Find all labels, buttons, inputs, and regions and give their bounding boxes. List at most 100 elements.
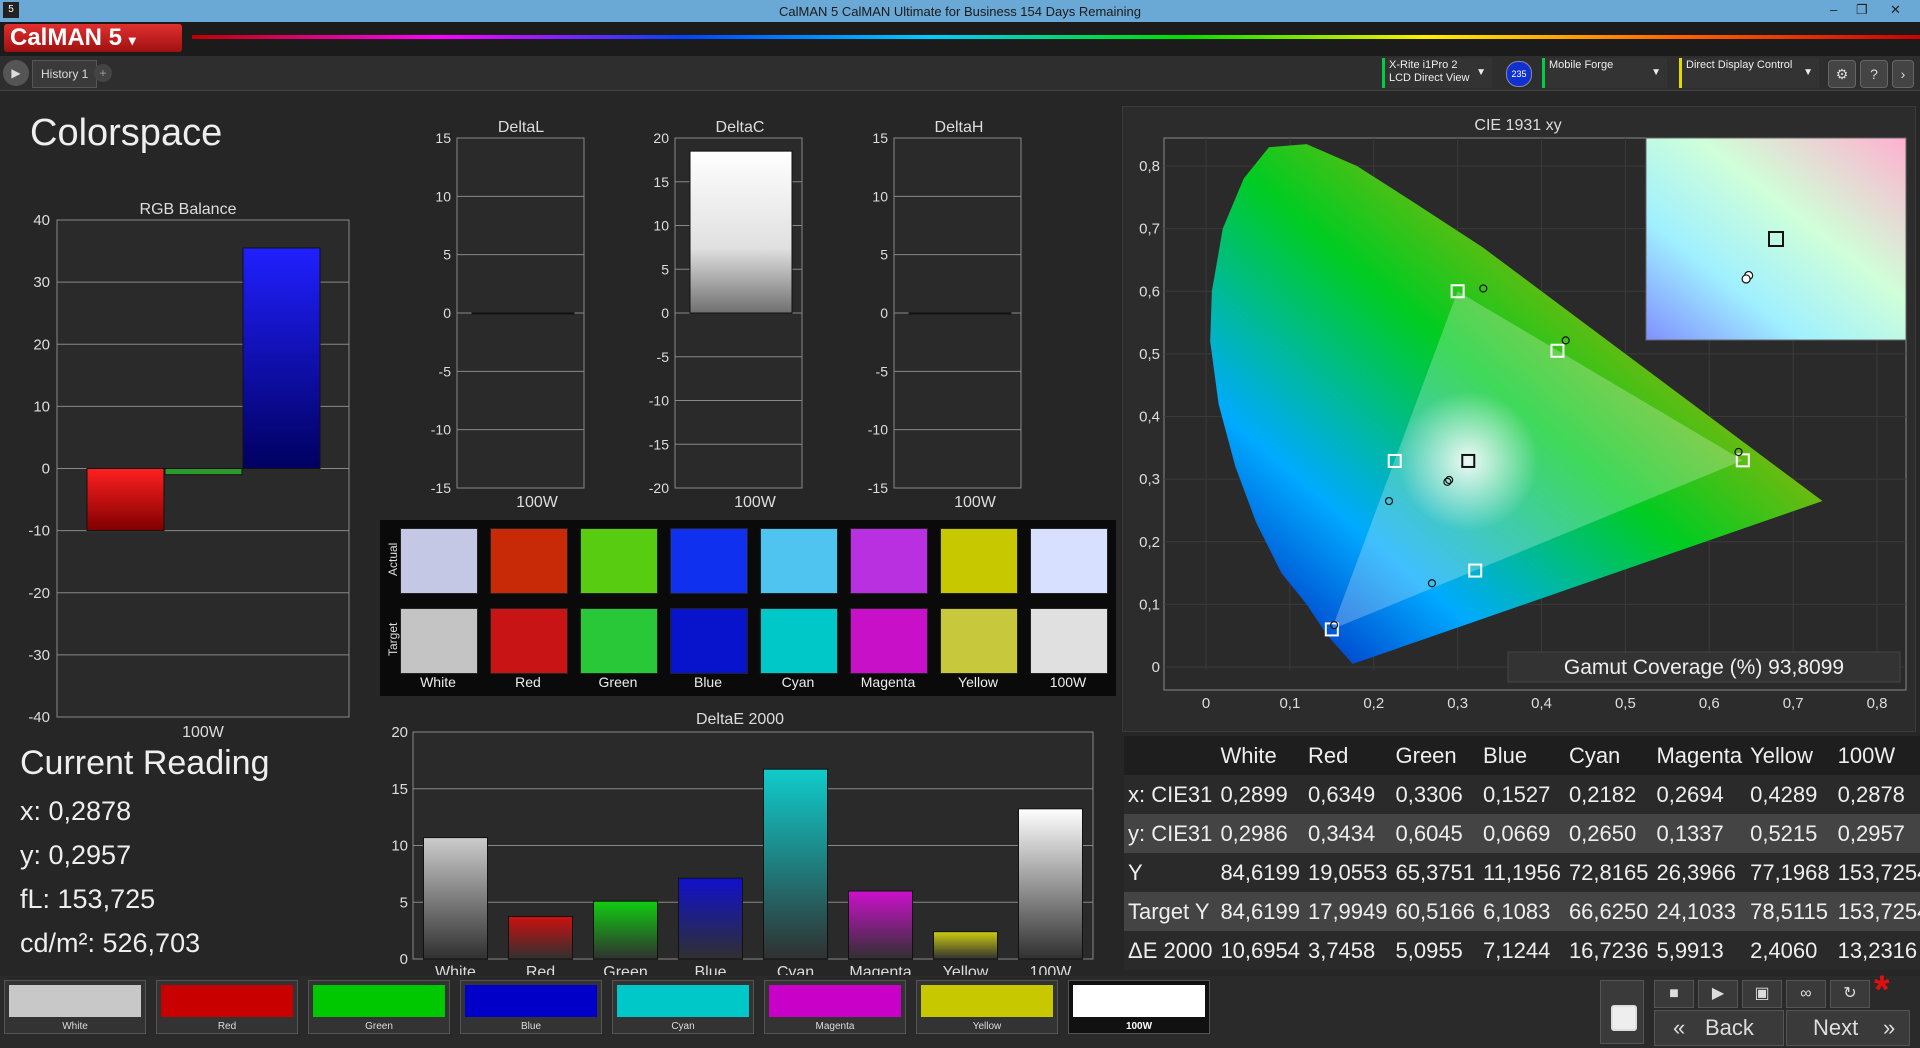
de-bar-magenta — [848, 890, 913, 960]
de-category-label: White — [435, 964, 476, 975]
delta-bar — [471, 312, 575, 315]
cie-y-tick: 0,8 — [1139, 158, 1160, 175]
de-category-label: Yellow — [943, 964, 989, 975]
delta-tick-label: 5 — [443, 247, 451, 263]
patch-button-blue[interactable]: Blue — [460, 980, 602, 1034]
delta-l-title: DeltaL — [498, 119, 544, 136]
rgb-tick-label: -30 — [28, 647, 50, 664]
cie-zoom-inset — [1645, 137, 1907, 341]
minimize-icon[interactable]: – — [1830, 2, 1837, 17]
display-control-selector[interactable]: Direct Display Control ▼ — [1679, 58, 1819, 88]
table-cell: 5,9913 — [1656, 937, 1724, 963]
table-cell: 77,1968 — [1750, 859, 1830, 885]
next-button[interactable]: Next » — [1786, 1010, 1910, 1046]
patch-button-magenta[interactable]: Magenta — [764, 980, 906, 1034]
logo-text: CalMAN 5 — [10, 24, 123, 51]
table-cell: 0,1527 — [1483, 781, 1551, 807]
add-tab-icon[interactable]: + — [94, 64, 112, 82]
patch-color — [617, 985, 749, 1017]
stop-button[interactable]: ■ — [1654, 980, 1694, 1008]
close-icon[interactable]: ✕ — [1890, 2, 1901, 18]
cie-y-tick: 0,2 — [1139, 534, 1160, 551]
loop-icon: ∞ — [1800, 985, 1812, 1002]
play-icon[interactable]: ▶ — [3, 60, 29, 86]
cie-x-tick: 0,8 — [1867, 695, 1888, 712]
current-reading-cdm2: cd/m²: 526,703 — [20, 928, 201, 958]
patch-button-100w[interactable]: 100W — [1068, 980, 1210, 1034]
current-reading-y: y: 0,2957 — [20, 840, 132, 870]
swatch-panel: Actual Target White Red Green Blue Cyan Magen… — [380, 520, 1116, 696]
delta-tick-label: 20 — [653, 130, 669, 146]
patch-label: Cyan — [671, 1021, 695, 1032]
de-category-label: Cyan — [777, 964, 814, 975]
table-cell: 19,0553 — [1307, 859, 1388, 885]
patch-button-yellow[interactable]: Yellow — [916, 980, 1058, 1034]
delta-tick-label: -20 — [649, 480, 669, 496]
delta-h-category: 100W — [954, 494, 997, 511]
target-swatch-yellow — [940, 608, 1018, 674]
delta-tick-label: 15 — [653, 174, 669, 190]
cie-y-tick: 0 — [1152, 659, 1160, 676]
patch-color — [1073, 985, 1205, 1017]
back-button[interactable]: « Back — [1654, 1010, 1784, 1046]
table-cell: 0,0669 — [1483, 820, 1551, 846]
snapshot-button[interactable] — [1600, 980, 1644, 1044]
de-tick-label: 10 — [391, 838, 408, 855]
table-cell: 0,2650 — [1568, 820, 1637, 846]
de-category-label: Green — [603, 964, 647, 975]
de-bar-yellow — [933, 931, 998, 960]
table-cell: 24,1033 — [1656, 898, 1736, 924]
rgb-balance-category: 100W — [182, 724, 225, 740]
delta-tick-label: -15 — [431, 480, 451, 496]
cie-x-tick: 0,1 — [1279, 695, 1300, 712]
table-cell: 11,1956 — [1483, 859, 1561, 885]
restore-icon[interactable]: ❐ — [1856, 2, 1868, 18]
save-button[interactable]: ▣ — [1742, 980, 1782, 1008]
patch-button-cyan[interactable]: Cyan — [612, 980, 754, 1034]
patch-label: White — [62, 1021, 88, 1032]
page-title: Colorspace — [30, 112, 223, 154]
patch-button-white[interactable]: White — [4, 980, 146, 1034]
table-cell: 72,8165 — [1568, 859, 1649, 885]
table-header-cell: Green — [1395, 742, 1457, 768]
delta-tick-label: 5 — [880, 247, 888, 263]
meter-selector[interactable]: X-Rite i1Pro 2 LCD Direct View ▼ — [1382, 58, 1492, 88]
table-cell: 0,2182 — [1568, 781, 1637, 807]
de-bar-red — [508, 915, 573, 960]
loop-button[interactable]: ∞ — [1786, 980, 1826, 1008]
swatch-label: Red — [515, 674, 541, 690]
table-cell: 7,1244 — [1483, 937, 1551, 963]
delta-tick-label: -15 — [868, 480, 888, 496]
help-icon[interactable]: ? — [1860, 60, 1888, 88]
scroll-right-icon[interactable]: › — [1892, 60, 1914, 88]
de-bar-100w — [1018, 808, 1083, 960]
row-label-target: Target — [386, 622, 400, 656]
settings-gear-icon[interactable]: ⚙ — [1828, 60, 1856, 88]
source-name: Mobile Forge — [1549, 59, 1614, 71]
calman-logo-button[interactable]: CalMAN 5 ▾ — [4, 24, 182, 52]
patch-button-red[interactable]: Red — [156, 980, 298, 1034]
delta-tick-label: 0 — [880, 305, 888, 321]
table-cell: 2,4060 — [1750, 937, 1818, 963]
device-badge[interactable]: 235 — [1506, 61, 1532, 87]
current-reading-title: Current Reading — [20, 744, 270, 782]
tab-history-1[interactable]: History 1 — [32, 60, 98, 88]
play-button[interactable]: ▶ — [1698, 980, 1738, 1008]
refresh-button[interactable]: ↻ — [1830, 980, 1870, 1008]
cie-x-tick: 0,4 — [1531, 695, 1552, 712]
patch-label: 100W — [1125, 1021, 1153, 1032]
table-header-cell: 100W — [1837, 742, 1896, 768]
rgb-tick-label: 40 — [33, 212, 50, 229]
patch-button-green[interactable]: Green — [308, 980, 450, 1034]
patch-color — [465, 985, 597, 1017]
source-selector[interactable]: Mobile Forge ▼ — [1542, 58, 1667, 88]
delta-tick-label: -5 — [876, 363, 889, 379]
delta-tick-label: -10 — [868, 422, 888, 438]
meter-mode: LCD Direct View — [1389, 72, 1470, 84]
chevron-down-icon: ▾ — [128, 32, 136, 48]
target-swatch-red — [490, 608, 568, 674]
asterisk-icon[interactable]: * — [1874, 968, 1890, 1013]
table-cell: 26,3966 — [1656, 859, 1736, 885]
rgb-bar-red — [86, 468, 165, 532]
delta-c-title: DeltaC — [716, 119, 765, 136]
